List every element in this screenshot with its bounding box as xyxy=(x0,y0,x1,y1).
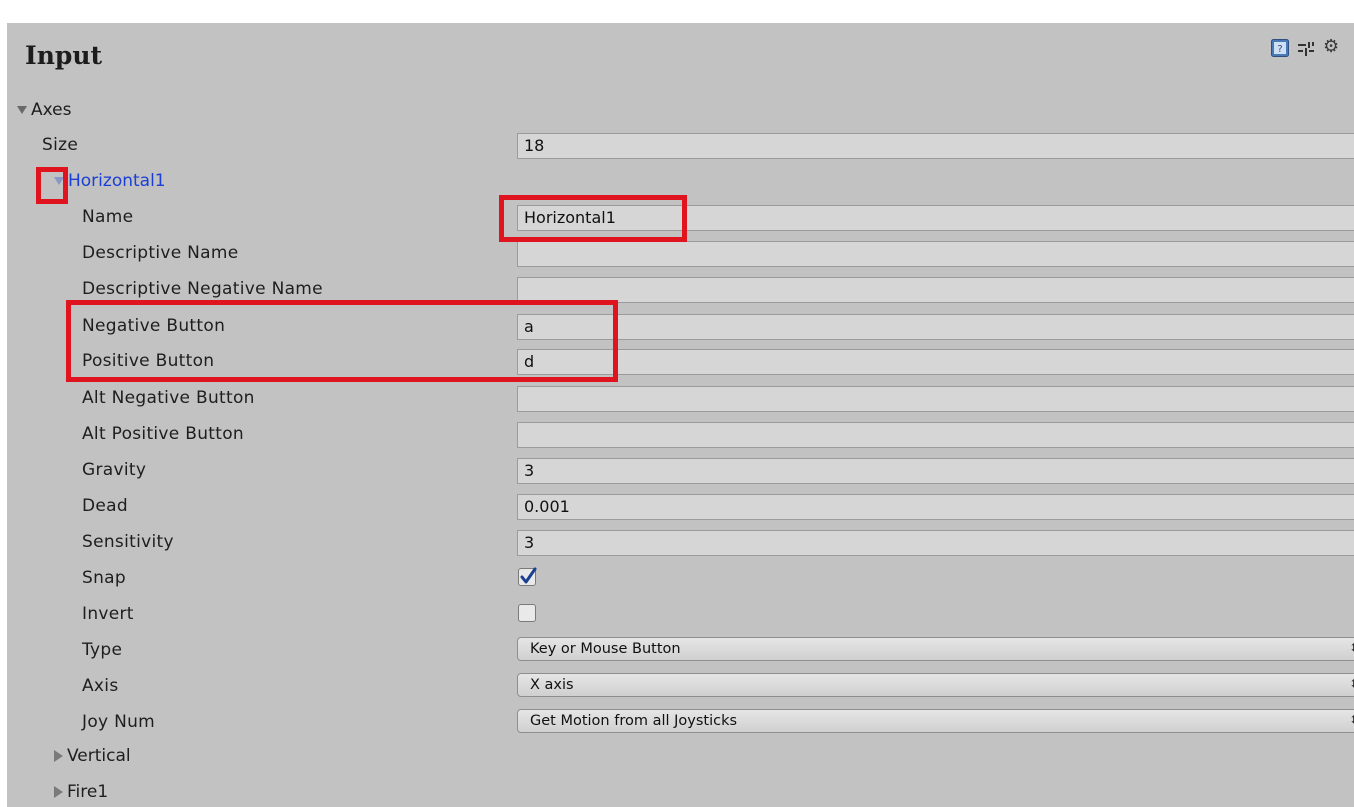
type-dropdown-value: Key or Mouse Button xyxy=(530,641,681,657)
positive-button-field[interactable]: d xyxy=(517,349,1354,375)
alt-positive-button-label: Alt Positive Button xyxy=(82,424,245,444)
axis-name-label: Horizontal1 xyxy=(68,171,166,191)
gear-icon[interactable]: ⚙ xyxy=(1323,36,1339,57)
axis-dropdown-value: X axis xyxy=(530,677,574,693)
descriptive-negative-name-field[interactable] xyxy=(517,277,1354,303)
sensitivity-field[interactable]: 3 xyxy=(517,530,1354,556)
axis-dropdown[interactable]: X axis ⬍ xyxy=(517,673,1354,697)
negative-button-label: Negative Button xyxy=(82,316,226,336)
checkmark-icon xyxy=(520,567,537,584)
alt-negative-button-field[interactable] xyxy=(517,386,1354,412)
inspector-panel: Input ? ⚙ Axes Size 18 Horizontal1 Name … xyxy=(7,23,1354,807)
svg-text:?: ? xyxy=(1277,44,1282,55)
dropdown-arrows-icon: ⬍ xyxy=(1349,638,1354,660)
descriptive-negative-name-label: Descriptive Negative Name xyxy=(82,279,323,299)
sensitivity-label: Sensitivity xyxy=(82,532,174,552)
descriptive-name-field[interactable] xyxy=(517,241,1354,267)
foldout-expanded-icon xyxy=(54,177,64,185)
name-label: Name xyxy=(82,207,134,227)
negative-button-field[interactable]: a xyxy=(517,314,1354,340)
dead-field[interactable]: 0.001 xyxy=(517,494,1354,520)
axis-foldout-label: Fire1 xyxy=(67,782,109,802)
type-label: Type xyxy=(82,640,123,660)
snap-label: Snap xyxy=(82,568,126,588)
joy-num-dropdown[interactable]: Get Motion from all Joysticks ⬍ xyxy=(517,709,1354,733)
foldout-collapsed-icon xyxy=(54,786,63,798)
dropdown-arrows-icon: ⬍ xyxy=(1349,710,1354,732)
alt-negative-button-label: Alt Negative Button xyxy=(82,388,255,408)
name-field[interactable]: Horizontal1 xyxy=(517,205,1354,231)
snap-checkbox[interactable] xyxy=(518,567,537,586)
descriptive-name-label: Descriptive Name xyxy=(82,243,239,263)
presets-icon[interactable] xyxy=(1297,39,1315,57)
joy-num-dropdown-value: Get Motion from all Joysticks xyxy=(530,713,738,729)
invert-label: Invert xyxy=(82,604,134,624)
axis-foldout-label: Vertical xyxy=(67,746,131,766)
alt-positive-button-field[interactable] xyxy=(517,422,1354,448)
dropdown-arrows-icon: ⬍ xyxy=(1349,674,1354,696)
type-dropdown[interactable]: Key or Mouse Button ⬍ xyxy=(517,637,1354,661)
invert-checkbox[interactable] xyxy=(518,604,536,622)
gravity-label: Gravity xyxy=(82,460,147,480)
inspector-title: Input xyxy=(25,41,103,70)
axis-foldout-vertical[interactable]: Vertical xyxy=(54,741,131,771)
foldout-collapsed-icon xyxy=(54,750,63,762)
help-icon[interactable]: ? xyxy=(1271,39,1289,57)
axes-label: Axes xyxy=(31,100,72,120)
dead-label: Dead xyxy=(82,496,128,516)
size-label: Size xyxy=(42,135,79,155)
foldout-expanded-icon xyxy=(17,106,27,114)
axis-label: Axis xyxy=(82,676,119,696)
axis-foldout-horizontal1[interactable]: Horizontal1 xyxy=(54,166,166,196)
size-field[interactable]: 18 xyxy=(517,133,1354,159)
positive-button-label: Positive Button xyxy=(82,351,215,371)
joy-num-label: Joy Num xyxy=(82,712,156,732)
gravity-field[interactable]: 3 xyxy=(517,458,1354,484)
axes-foldout[interactable]: Axes xyxy=(17,95,71,125)
axis-foldout-fire1[interactable]: Fire1 xyxy=(54,777,108,807)
